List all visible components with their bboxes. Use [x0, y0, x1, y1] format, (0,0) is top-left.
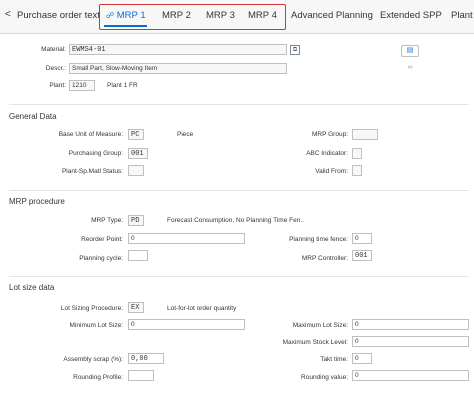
- rounding-profile-label: Rounding Profile:: [73, 374, 123, 381]
- material-field[interactable]: EWMS4-01: [69, 44, 287, 55]
- section-lot-size-data: Lot size data: [9, 283, 55, 292]
- plant-text: Plant 1 FR: [107, 82, 138, 89]
- plant-label: Plant:: [49, 82, 66, 89]
- min-lot-size-field[interactable]: 0: [128, 319, 245, 330]
- abc-indicator-label: ABC Indicator:: [306, 150, 348, 157]
- mrp-type-text: Forecast Consumption, No Planning Time F…: [167, 217, 304, 224]
- reorder-point-label: Reorder Point:: [81, 236, 123, 243]
- base-uom-label: Base Unit of Measure:: [58, 131, 123, 138]
- rounding-value-label: Rounding value:: [301, 374, 348, 381]
- planning-cycle-field[interactable]: [128, 250, 148, 261]
- copy-icon[interactable]: ⧉: [290, 45, 300, 55]
- takt-time-field[interactable]: 0: [352, 353, 372, 364]
- section-mrp-procedure: MRP procedure: [9, 197, 65, 206]
- planning-time-fence-label: Planning time fence:: [289, 236, 348, 243]
- takt-time-label: Takt time:: [320, 356, 348, 363]
- descr-field[interactable]: Small Part, Slow-Moving Item: [69, 63, 287, 74]
- glasses-icon[interactable]: ∞: [401, 63, 419, 75]
- planning-cycle-label: Planning cycle:: [79, 255, 123, 262]
- separator: [9, 104, 469, 105]
- max-stock-level-field[interactable]: 0: [352, 336, 469, 347]
- tab-plant[interactable]: Plant: [451, 10, 473, 21]
- info-icon[interactable]: ▤: [401, 45, 419, 57]
- plant-sp-status-field[interactable]: [128, 165, 144, 176]
- mrp-group-label: MRP Group:: [311, 131, 348, 138]
- mrp-controller-label: MRP Controller:: [301, 255, 348, 262]
- purch-group-field[interactable]: 001: [128, 148, 148, 159]
- separator: [9, 190, 469, 191]
- lot-sizing-procedure-field[interactable]: EX: [128, 302, 144, 313]
- mrp-type-label: MRP Type:: [91, 217, 123, 224]
- tab-bar: < Purchase order text ☍ MRP 1 MRP 2 MRP …: [0, 0, 474, 34]
- tab-advanced-planning[interactable]: Advanced Planning: [291, 10, 373, 21]
- planning-time-fence-field[interactable]: 0: [352, 233, 372, 244]
- assembly-scrap-field[interactable]: 0,00: [128, 353, 164, 364]
- tab-purchase-order-text[interactable]: Purchase order text: [17, 10, 100, 21]
- lot-sizing-procedure-label: Lot Sizing Procedure:: [60, 305, 123, 312]
- assembly-scrap-label: Assembly scrap (%):: [63, 356, 123, 363]
- purch-group-label: Purchasing Group:: [68, 150, 123, 157]
- valid-from-field[interactable]: [352, 165, 362, 176]
- max-lot-size-label: Maximum Lot Size:: [292, 322, 348, 329]
- mrp-controller-field[interactable]: 001: [352, 250, 372, 261]
- tab-highlight-box: [99, 4, 286, 30]
- tab-extended-spp[interactable]: Extended SPP: [380, 10, 442, 21]
- base-uom-text: Piece: [177, 131, 194, 138]
- material-label: Material:: [41, 46, 66, 53]
- reorder-point-field[interactable]: 0: [128, 233, 245, 244]
- max-stock-level-label: Maximum Stock Level:: [282, 339, 348, 346]
- plant-field[interactable]: 1210: [69, 80, 95, 91]
- descr-label: Descr.:: [45, 65, 66, 72]
- abc-indicator-field[interactable]: [352, 148, 362, 159]
- valid-from-label: Valid From:: [315, 168, 348, 175]
- mrp-type-field[interactable]: PD: [128, 215, 144, 226]
- section-general-data: General Data: [9, 112, 57, 121]
- lot-sizing-procedure-text: Lot-for-lot order quantity: [167, 305, 237, 312]
- min-lot-size-label: Minimum Lot Size:: [69, 322, 123, 329]
- rounding-value-field[interactable]: 0: [352, 370, 469, 381]
- rounding-profile-field[interactable]: [128, 370, 154, 381]
- plant-sp-status-label: Plant-Sp.Matl Status:: [61, 168, 123, 175]
- back-arrow-icon[interactable]: <: [5, 9, 11, 20]
- max-lot-size-field[interactable]: 0: [352, 319, 469, 330]
- base-uom-field[interactable]: PC: [128, 129, 144, 140]
- separator: [9, 276, 469, 277]
- mrp-group-field[interactable]: [352, 129, 378, 140]
